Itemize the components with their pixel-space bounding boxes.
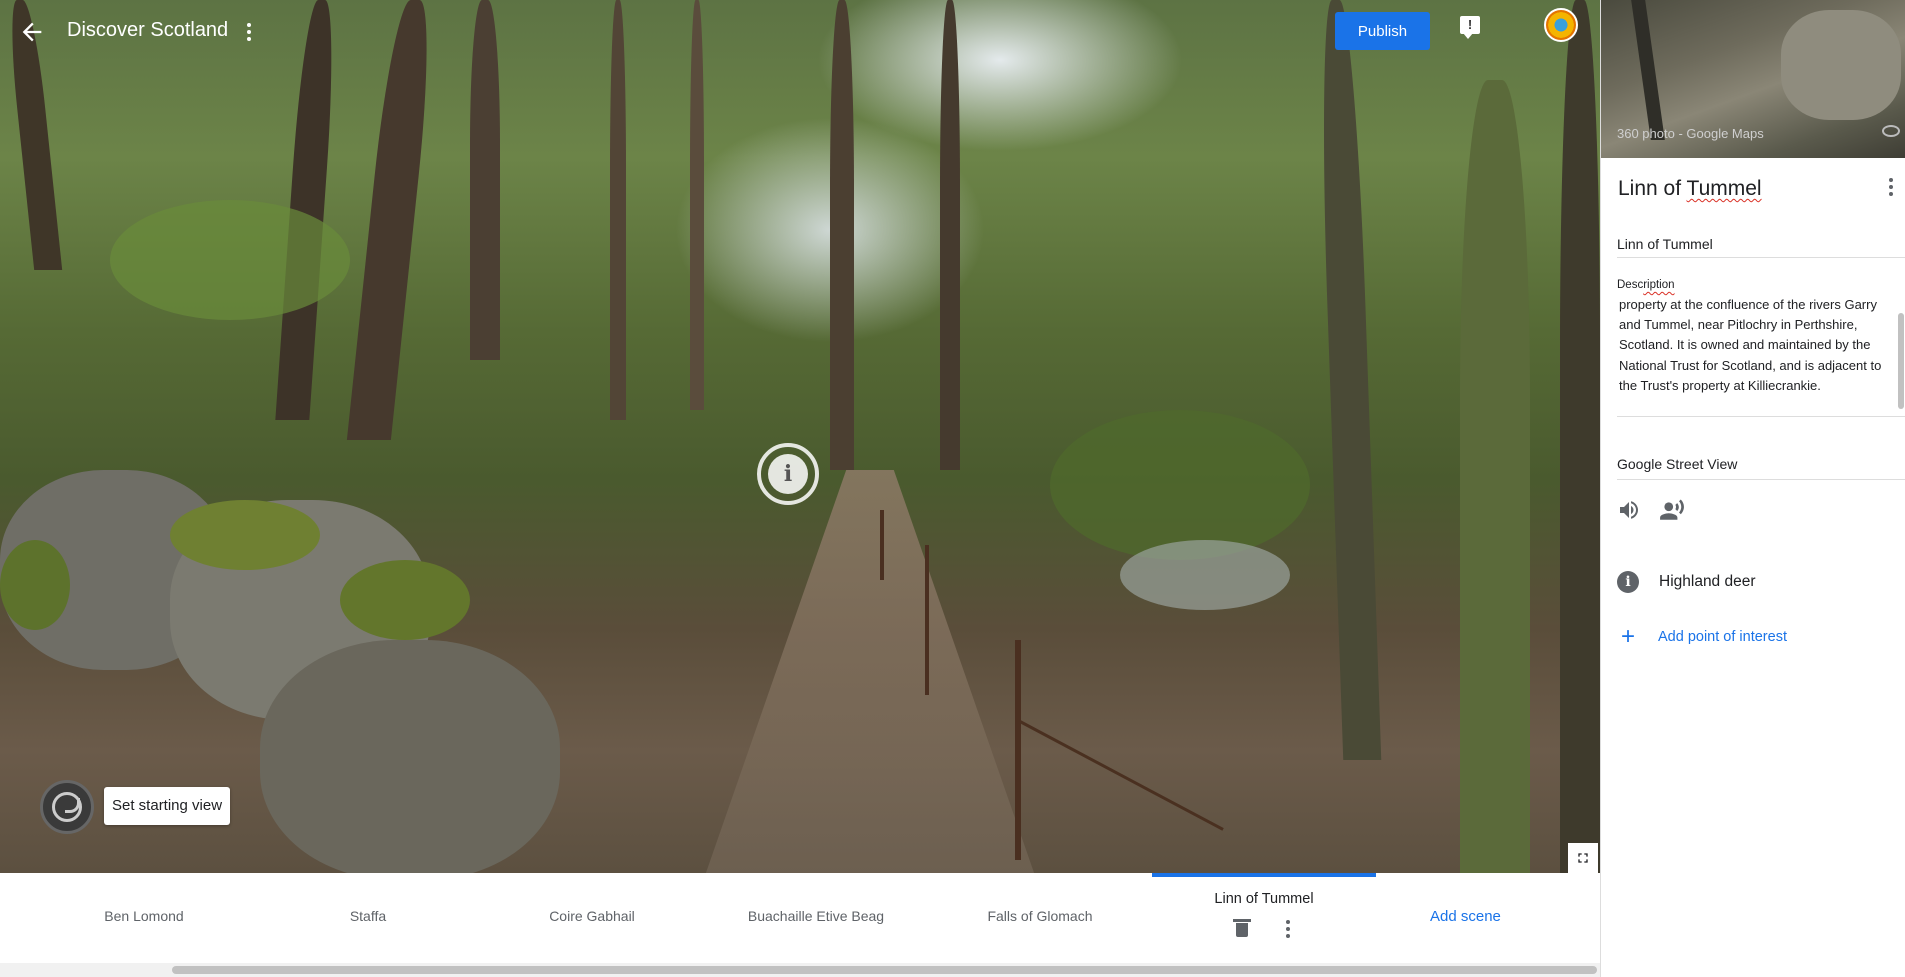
- feedback-icon[interactable]: !: [1460, 16, 1480, 39]
- info-icon: i: [768, 454, 808, 494]
- more-vert-icon[interactable]: [240, 18, 258, 46]
- scenes-strip: Ben Lomond Staffa Coire Gabhail Buachail…: [0, 873, 1600, 968]
- moss-patch: [0, 540, 70, 630]
- street-view-source-label: Google Street View: [1617, 456, 1905, 480]
- river-water: [1120, 540, 1290, 610]
- scene-item-ben-lomond[interactable]: Ben Lomond: [60, 873, 228, 968]
- poi-list-item[interactable]: i Highland deer: [1617, 570, 1756, 594]
- more-vert-icon[interactable]: [1885, 174, 1897, 200]
- scene-item-buachaille-etive-beag[interactable]: Buachaille Etive Beag: [732, 873, 900, 968]
- tour-title: Discover Scotland: [67, 19, 229, 41]
- forest-path: [700, 470, 1040, 873]
- horizontal-scrollbar[interactable]: [0, 963, 1600, 977]
- scene-item-linn-of-tummel[interactable]: Linn of Tummel: [1152, 873, 1376, 968]
- rock: [260, 640, 560, 873]
- scene-label: Linn of Tummel: [1214, 891, 1314, 907]
- fullscreen-icon: [1578, 853, 1588, 863]
- fence-post: [880, 510, 884, 580]
- back-arrow-icon[interactable]: [18, 18, 46, 46]
- tree-trunk: [830, 0, 854, 470]
- volume-icon[interactable]: [1617, 498, 1641, 522]
- rock-face: [1781, 10, 1901, 120]
- account-avatar[interactable]: [1544, 8, 1578, 42]
- scene-label: Staffa: [349, 908, 387, 924]
- scene-label: Ben Lomond: [104, 908, 184, 924]
- scene-label: Coire Gabhail: [549, 908, 635, 924]
- description-text: property at the confluence of the rivers…: [1619, 297, 1882, 393]
- scene-item-staffa[interactable]: Staffa: [284, 873, 452, 968]
- rotate-360-icon[interactable]: [1882, 125, 1900, 137]
- scene-title-word: Tummel: [1686, 177, 1762, 200]
- scene-details-panel: 360 photo - Google Maps Linn of Tummel L…: [1600, 0, 1905, 977]
- set-start-view-button[interactable]: [40, 780, 94, 834]
- fullscreen-button[interactable]: [1568, 843, 1598, 873]
- trash-icon[interactable]: [1233, 919, 1251, 937]
- fence-post: [925, 545, 929, 695]
- fence-wire: [1019, 720, 1224, 831]
- info-hotspot-icon[interactable]: i: [757, 443, 819, 505]
- mossy-tree-trunk: [1460, 80, 1530, 873]
- publish-button[interactable]: Publish: [1335, 12, 1430, 50]
- description-label-prefix: Desc: [1617, 279, 1644, 291]
- tree-trunk: [940, 0, 960, 470]
- moss-patch: [340, 560, 470, 640]
- tree-trunk: [1560, 0, 1600, 873]
- scene-title: Linn of Tummel: [1618, 177, 1762, 201]
- description-scrollbar[interactable]: [1898, 313, 1904, 409]
- moss-patch: [170, 500, 320, 570]
- record-voice-icon[interactable]: [1659, 497, 1685, 523]
- add-poi-label: Add point of interest: [1658, 629, 1787, 645]
- scene-title-prefix: Linn of: [1618, 177, 1687, 200]
- description-field[interactable]: property at the confluence of the rivers…: [1617, 297, 1905, 417]
- fence-post: [1015, 640, 1021, 860]
- scene-preview-image: 360 photo - Google Maps: [1601, 0, 1905, 158]
- panorama-viewer[interactable]: Discover Scotland Publish ! i Set starti…: [0, 0, 1600, 873]
- add-point-of-interest-button[interactable]: + Add point of interest: [1617, 623, 1787, 650]
- tree-trunk: [470, 0, 500, 360]
- description-label-suffix: ription: [1643, 279, 1675, 291]
- plus-icon: +: [1620, 623, 1635, 650]
- tree-trunk: [1631, 0, 1665, 140]
- tree-trunk: [346, 0, 438, 440]
- add-scene-button[interactable]: Add scene: [1430, 908, 1501, 925]
- more-vert-icon[interactable]: [1283, 919, 1293, 939]
- preview-credit: 360 photo - Google Maps: [1617, 126, 1764, 141]
- moss-patch: [110, 200, 350, 320]
- set-start-view-icon: [52, 792, 82, 822]
- scene-item-coire-gabhail[interactable]: Coire Gabhail: [508, 873, 676, 968]
- set-start-view-tooltip: Set starting view: [104, 787, 231, 825]
- scene-item-falls-of-glomach[interactable]: Falls of Glomach: [956, 873, 1124, 968]
- description-label: Description: [1617, 279, 1675, 291]
- tree-trunk: [1316, 0, 1382, 760]
- undergrowth: [1050, 410, 1310, 560]
- scene-title-field[interactable]: Linn of Tummel: [1617, 236, 1905, 258]
- tree-trunk: [610, 0, 626, 420]
- info-icon: i: [1617, 571, 1639, 593]
- scene-label: Buachaille Etive Beag: [747, 908, 885, 924]
- poi-label: Highland deer: [1659, 573, 1756, 590]
- tree-trunk: [690, 0, 704, 410]
- scene-label: Falls of Glomach: [987, 908, 1093, 924]
- scrollbar-thumb[interactable]: [172, 966, 1597, 974]
